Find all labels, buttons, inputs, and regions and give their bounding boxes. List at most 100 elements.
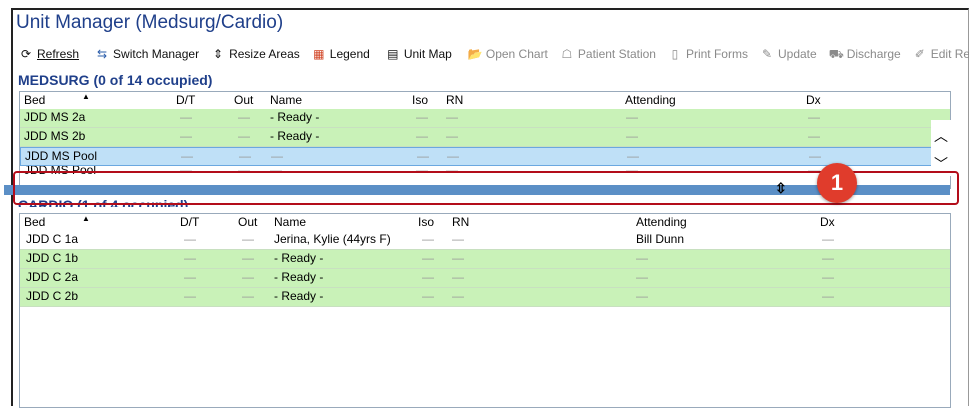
rn-cell: —	[452, 232, 464, 246]
update-button[interactable]: ✎ Update	[754, 43, 823, 65]
bed-cell: JDD C 1a	[26, 232, 79, 246]
out-cell: —	[238, 110, 250, 124]
table-row[interactable]: JDD MS 2b — — - Ready - — — — —	[20, 128, 950, 147]
rn-cell: —	[446, 166, 458, 177]
column-header-dt[interactable]: D/T	[176, 93, 195, 107]
edit-icon: ✐	[914, 47, 925, 61]
map-icon: ▤	[387, 47, 399, 61]
column-header-dt[interactable]: D/T	[180, 215, 199, 229]
name-cell: - Ready -	[274, 289, 324, 303]
column-header-dx[interactable]: Dx	[806, 93, 821, 107]
resize-cursor-icon: ⇳	[775, 180, 787, 196]
column-header-rn[interactable]: RN	[452, 215, 469, 229]
column-header-rn[interactable]: RN	[446, 93, 463, 107]
folder-icon: 📂	[467, 47, 483, 61]
rn-cell: —	[447, 149, 459, 163]
sort-ascending-icon: ▲	[82, 92, 90, 101]
open-chart-button[interactable]: 📂 Open Chart	[462, 43, 554, 65]
discharge-button[interactable]: ⛟ Discharge	[823, 43, 907, 65]
attending-cell: —	[626, 166, 638, 177]
medsurg-scrollbar[interactable]: ︿ ﹀	[931, 120, 951, 176]
name-cell: —	[270, 166, 282, 177]
bed-cell: JDD MS Pool	[25, 149, 98, 163]
name-cell: - Ready -	[274, 251, 324, 265]
refresh-button[interactable]: ⟳ Refresh	[13, 43, 85, 65]
iso-cell: —	[422, 251, 434, 265]
iso-cell: —	[422, 289, 434, 303]
bed-cell: JDD MS 2b	[24, 129, 86, 143]
dt-cell: —	[184, 232, 196, 246]
table-row[interactable]: JDD C 2b — — - Ready - — — — —	[20, 288, 950, 307]
table-row[interactable]: JDD C 2a — — - Ready - — — — —	[20, 269, 950, 288]
switch-manager-label: Switch Manager	[113, 47, 200, 61]
out-cell: —	[242, 270, 254, 284]
patient-station-button[interactable]: ☖ Patient Station	[554, 43, 662, 65]
attending-cell: —	[626, 129, 638, 143]
edit-rec-label: Edit Rec	[930, 47, 969, 61]
column-header-iso[interactable]: Iso	[412, 93, 428, 107]
column-header-dx[interactable]: Dx	[820, 215, 835, 229]
iso-cell: —	[416, 110, 428, 124]
chevron-up-icon[interactable]: ︿	[934, 126, 948, 146]
bed-cell: JDD MS Pool	[24, 166, 97, 177]
medsurg-grid-header: Bed ▲ D/T Out Name Iso RN Attending Dx	[20, 92, 950, 109]
unit-manager-window: Unit Manager (Medsurg/Cardio) ⟳ Refresh …	[11, 8, 969, 408]
dt-cell: —	[181, 149, 193, 163]
edit-rec-button[interactable]: ✐ Edit Rec	[907, 43, 969, 65]
rn-cell: —	[446, 110, 458, 124]
rn-cell: —	[452, 251, 464, 265]
update-icon: ✎	[761, 47, 773, 61]
column-header-name[interactable]: Name	[270, 93, 302, 107]
chevron-down-icon[interactable]: ﹀	[934, 154, 948, 174]
attending-cell: —	[626, 110, 638, 124]
iso-cell: —	[422, 270, 434, 284]
table-row[interactable]: JDD MS 2a — — - Ready - — — — —	[20, 109, 950, 128]
table-row[interactable]: JDD MS Pool — — — — — — —	[20, 166, 950, 180]
column-header-out[interactable]: Out	[238, 215, 257, 229]
legend-button[interactable]: ▦ Legend	[306, 43, 376, 65]
dt-cell: —	[184, 289, 196, 303]
window-title: Unit Manager (Medsurg/Cardio)	[16, 12, 284, 33]
column-header-attending[interactable]: Attending	[625, 93, 676, 107]
cardio-section-title: CARDIO (1 of 4 occupied)	[18, 197, 189, 207]
out-cell: —	[239, 149, 251, 163]
column-header-name[interactable]: Name	[274, 215, 306, 229]
out-cell: —	[238, 129, 250, 143]
sort-ascending-icon: ▲	[82, 214, 90, 223]
table-row-selected[interactable]: JDD MS Pool — — — — — — —	[20, 147, 950, 166]
resize-areas-label: Resize Areas	[229, 47, 300, 61]
cardio-grid-header: Bed ▲ D/T Out Name Iso RN Attending Dx	[20, 214, 950, 231]
switch-manager-button[interactable]: ⇆ Switch Manager	[89, 43, 205, 65]
attending-cell: —	[636, 270, 648, 284]
print-forms-label: Print Forms	[685, 47, 748, 61]
print-forms-button[interactable]: ▯ Print Forms	[662, 43, 754, 65]
column-header-attending[interactable]: Attending	[636, 215, 687, 229]
dt-cell: —	[180, 129, 192, 143]
column-header-bed[interactable]: Bed	[24, 93, 45, 107]
update-label: Update	[777, 47, 817, 61]
resize-splitter[interactable]	[4, 185, 950, 195]
table-row[interactable]: JDD C 1a — — Jerina, Kylie (44yrs F) — —…	[20, 231, 950, 250]
medsurg-section-title: MEDSURG (0 of 14 occupied)	[18, 72, 213, 88]
unit-map-label: Unit Map	[403, 47, 452, 61]
legend-label: Legend	[329, 47, 370, 61]
table-row[interactable]: JDD C 1b — — - Ready - — — — —	[20, 250, 950, 269]
out-cell: —	[238, 166, 250, 177]
name-cell: - Ready -	[274, 270, 324, 284]
refresh-label: Refresh	[37, 47, 80, 61]
car-icon: ⛟	[828, 47, 844, 61]
column-header-bed[interactable]: Bed	[24, 215, 45, 229]
column-header-iso[interactable]: Iso	[418, 215, 434, 229]
document-icon: ▯	[671, 47, 679, 61]
attending-cell: —	[627, 149, 639, 163]
unit-map-button[interactable]: ▤ Unit Map	[380, 43, 458, 65]
dx-cell: —	[822, 270, 834, 284]
open-chart-label: Open Chart	[485, 47, 548, 61]
out-cell: —	[242, 289, 254, 303]
column-header-out[interactable]: Out	[234, 93, 253, 107]
resize-icon: ⇕	[213, 47, 224, 61]
dt-cell: —	[180, 110, 192, 124]
medsurg-grid: Bed ▲ D/T Out Name Iso RN Attending Dx J…	[19, 91, 951, 189]
resize-areas-button[interactable]: ⇕ Resize Areas	[205, 43, 306, 65]
bed-cell: JDD C 2b	[26, 289, 79, 303]
